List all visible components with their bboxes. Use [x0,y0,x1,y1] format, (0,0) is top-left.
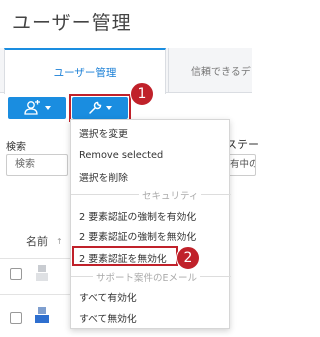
menu-item-enable-all[interactable]: すべて有効化 [79,290,137,304]
status-label: ステー [226,138,259,151]
menu-item-delete-selected[interactable]: 選択を削除 [79,170,128,184]
row-checkbox[interactable] [10,312,22,324]
tab-label: ユーザー管理 [53,66,117,79]
step-badge-2: 2 [176,246,200,270]
avatar [36,265,48,281]
menu-item-disable-2fa-enforce[interactable]: 2 要素認証の強制を無効化 [79,229,196,243]
status-select[interactable]: 有中の [226,154,256,176]
tools-button-highlight [69,94,131,122]
name-column-header[interactable]: 名前 [26,233,48,249]
section-label-support-email: サポート案件のEメール [93,270,201,284]
tab-trusted-devices[interactable]: 信頼できるデ [168,48,252,93]
chevron-down-icon [45,106,51,110]
menu-item-disable-all[interactable]: すべて無効化 [79,311,137,325]
search-label: 検索 [6,142,26,153]
section-divider-security: セキュリティ [71,188,231,202]
avatar [35,307,49,323]
divider [0,294,70,295]
sort-icon[interactable]: ↑ [56,237,63,246]
section-label-security: セキュリティ [139,188,202,202]
menu-item-change-selected[interactable]: 選択を変更 [79,126,128,140]
section-divider-support-email: サポート案件のEメール [71,270,231,284]
tools-dropdown-menu: 選択を変更 Remove selected 選択を削除 セキュリティ 2 要素認… [70,119,231,329]
user-plus-icon [24,100,40,115]
menu-item-remove-selected[interactable]: Remove selected [79,150,163,161]
menu-item-enable-2fa-enforce[interactable]: 2 要素認証の強制を有効化 [79,209,196,223]
add-user-button[interactable] [8,97,66,119]
page-title: ユーザー管理 [12,12,132,34]
tab-label: 信頼できるデ [191,67,251,78]
divider [0,258,70,259]
menu-item-highlight [72,246,178,266]
step-badge-1: 1 [130,82,154,106]
row-checkbox[interactable] [10,268,22,280]
search-input[interactable]: 検索 [6,154,68,176]
